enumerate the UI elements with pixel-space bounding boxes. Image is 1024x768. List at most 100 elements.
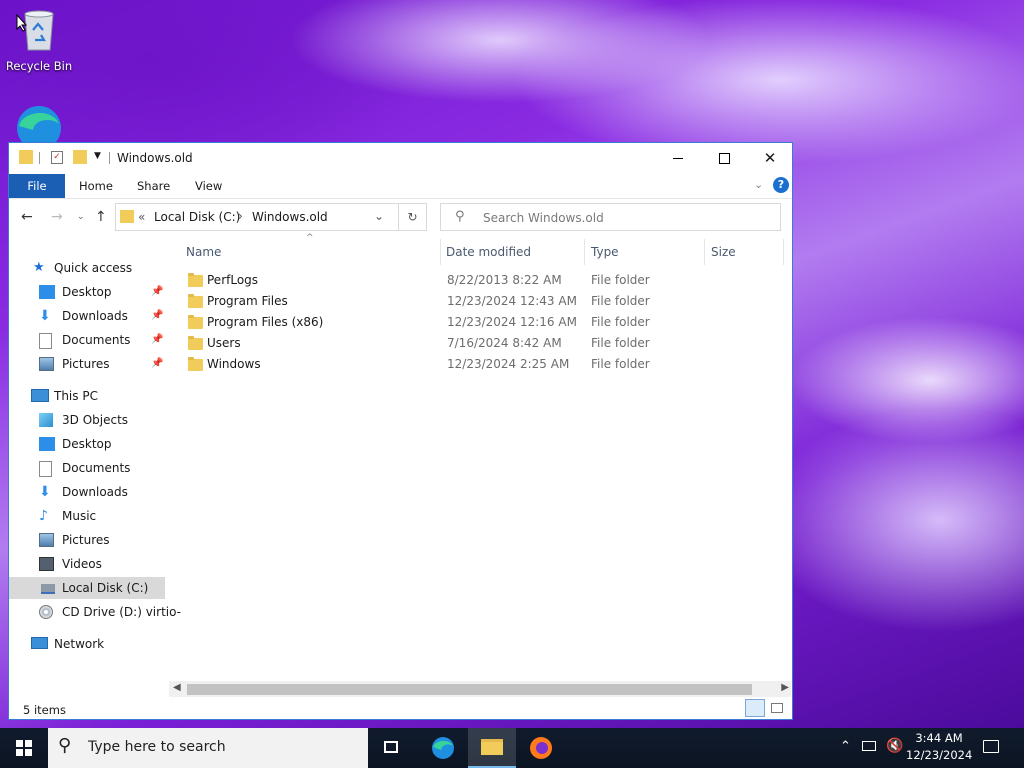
table-row[interactable]: Users 7/16/2024 8:42 AM File folder <box>184 333 784 354</box>
taskbar-edge-button[interactable] <box>420 728 466 768</box>
tab-share[interactable]: Share <box>137 174 170 198</box>
address-folder-icon <box>120 210 134 223</box>
back-arrow-icon[interactable]: ← <box>21 209 33 225</box>
notifications-icon[interactable] <box>983 740 999 753</box>
scrollbar-thumb[interactable] <box>187 684 752 695</box>
column-divider[interactable] <box>704 239 705 265</box>
sidebar-item-local-disk[interactable]: Local Disk (C:) <box>9 577 165 599</box>
column-header-name[interactable]: Name <box>186 239 221 265</box>
chevron-down-icon[interactable]: ▼ <box>94 151 101 161</box>
tab-home[interactable]: Home <box>79 174 113 198</box>
desktop-icon <box>39 437 55 451</box>
details-view-icon[interactable] <box>745 699 765 717</box>
tab-file[interactable]: File <box>9 174 65 198</box>
folder-icon <box>188 294 203 308</box>
forward-arrow-icon[interactable]: → <box>51 209 63 225</box>
sidebar-item-label: Documents <box>62 333 131 347</box>
folder-icon <box>188 336 203 350</box>
taskbar: ⚲ Type here to search ⌃ 🔇 3:44 AM 12/23/… <box>0 728 1024 768</box>
large-icons-view-icon[interactable] <box>771 703 783 713</box>
clock[interactable]: 3:44 AM 12/23/2024 <box>906 730 972 766</box>
divider <box>109 152 110 164</box>
sidebar-item-documents[interactable]: Documents 📌 <box>39 329 171 351</box>
sidebar-item-label: 3D Objects <box>62 413 129 427</box>
file-date: 12/23/2024 12:43 AM <box>447 294 577 308</box>
horizontal-scrollbar[interactable]: ◀ ▶ <box>169 681 791 697</box>
desktop-icon-label: Recycle Bin <box>5 59 73 73</box>
breadcrumb-local-disk[interactable]: Local Disk (C:) <box>154 210 240 224</box>
column-header-date-modified[interactable]: Date modified <box>446 239 531 265</box>
pin-icon[interactable]: 📌 <box>151 353 163 375</box>
taskbar-search-box[interactable]: ⚲ Type here to search <box>48 728 368 768</box>
expand-ribbon-chevron-icon[interactable]: ⌄ <box>754 178 763 191</box>
scroll-right-icon[interactable]: ▶ <box>781 682 789 693</box>
column-divider[interactable] <box>783 239 784 265</box>
pin-icon[interactable]: 📌 <box>151 281 163 303</box>
sidebar-item-label: Documents <box>62 461 131 475</box>
sidebar-item-pictures[interactable]: Pictures 📌 <box>39 353 171 375</box>
desktop-icon-recycle-bin[interactable]: Recycle Bin <box>3 8 75 73</box>
sidebar-item-label: Desktop <box>62 437 112 451</box>
address-bar[interactable]: « Local Disk (C:) › Windows.old ⌄ <box>115 203 399 231</box>
file-date: 8/22/2013 8:22 AM <box>447 273 562 287</box>
refresh-button[interactable]: ↻ <box>399 203 427 231</box>
search-icon: ⚲ <box>58 735 72 756</box>
task-view-button[interactable] <box>372 728 412 768</box>
taskbar-file-explorer-button[interactable] <box>468 728 516 768</box>
chevron-up-icon[interactable]: ⌃ <box>840 739 851 754</box>
firefox-icon <box>530 737 552 759</box>
close-button[interactable]: ✕ <box>747 143 793 173</box>
new-folder-icon[interactable] <box>73 150 87 164</box>
ribbon-tabs: File Home Share View ⌄ ? <box>9 174 792 199</box>
column-divider[interactable] <box>584 239 585 265</box>
tab-view[interactable]: View <box>195 174 222 198</box>
table-row[interactable]: Program Files (x86) 12/23/2024 12:16 AM … <box>184 312 784 333</box>
volume-muted-icon[interactable]: 🔇 <box>886 738 903 754</box>
recent-chevron-icon[interactable]: ⌄ <box>77 212 85 222</box>
clock-time: 3:44 AM <box>915 731 963 745</box>
network-status-icon[interactable] <box>862 741 876 751</box>
breadcrumb-separator-icon: › <box>238 209 243 223</box>
folder-icon <box>188 315 203 329</box>
sidebar-item-label: Videos <box>62 557 102 571</box>
help-icon[interactable]: ? <box>773 177 789 193</box>
sidebar-item-downloads[interactable]: ⬇ Downloads 📌 <box>39 305 171 327</box>
start-button[interactable] <box>0 728 48 768</box>
folder-icon[interactable] <box>19 150 33 164</box>
computer-icon <box>31 389 49 402</box>
taskbar-firefox-button[interactable] <box>518 728 564 768</box>
breadcrumb-windows-old[interactable]: Windows.old <box>252 210 328 224</box>
desktop-icon-edge[interactable] <box>3 104 75 150</box>
table-row[interactable]: PerfLogs 8/22/2013 8:22 AM File folder <box>184 270 784 291</box>
table-row[interactable]: Windows 12/23/2024 2:25 AM File folder <box>184 354 784 375</box>
up-arrow-icon[interactable]: ↑ <box>95 209 107 225</box>
search-input[interactable] <box>481 210 765 226</box>
file-date: 12/23/2024 2:25 AM <box>447 357 570 371</box>
divider <box>39 152 40 164</box>
pin-icon[interactable]: 📌 <box>151 305 163 327</box>
search-box[interactable]: ⚲ <box>440 203 781 231</box>
column-divider[interactable] <box>440 239 441 265</box>
file-explorer-icon <box>481 739 503 755</box>
file-explorer-window: ✓ ▼ Windows.old ✕ File Home Share View ⌄… <box>8 142 793 720</box>
edge-icon <box>17 106 61 150</box>
sort-ascending-icon: ^ <box>306 233 314 243</box>
properties-icon[interactable]: ✓ <box>51 151 63 164</box>
scroll-left-icon[interactable]: ◀ <box>173 682 181 693</box>
file-type: File folder <box>591 294 650 308</box>
documents-icon <box>39 333 52 349</box>
column-header-size[interactable]: Size <box>711 239 736 265</box>
pictures-icon <box>39 533 54 547</box>
maximize-button[interactable] <box>701 143 747 173</box>
navigation-bar: ← → ⌄ ↑ « Local Disk (C:) › Windows.old … <box>9 199 792 237</box>
breadcrumb-overflow[interactable]: « <box>138 210 145 224</box>
column-header-type[interactable]: Type <box>591 239 619 265</box>
title-bar[interactable]: ✓ ▼ Windows.old ✕ <box>9 143 792 173</box>
table-row[interactable]: Program Files 12/23/2024 12:43 AM File f… <box>184 291 784 312</box>
pin-icon[interactable]: 📌 <box>151 329 163 351</box>
address-dropdown-icon[interactable]: ⌄ <box>374 209 384 223</box>
sidebar-item-desktop[interactable]: Desktop 📌 <box>39 281 171 303</box>
minimize-button[interactable] <box>655 143 701 173</box>
file-name: Windows <box>207 357 261 371</box>
close-icon: ✕ <box>763 149 777 167</box>
